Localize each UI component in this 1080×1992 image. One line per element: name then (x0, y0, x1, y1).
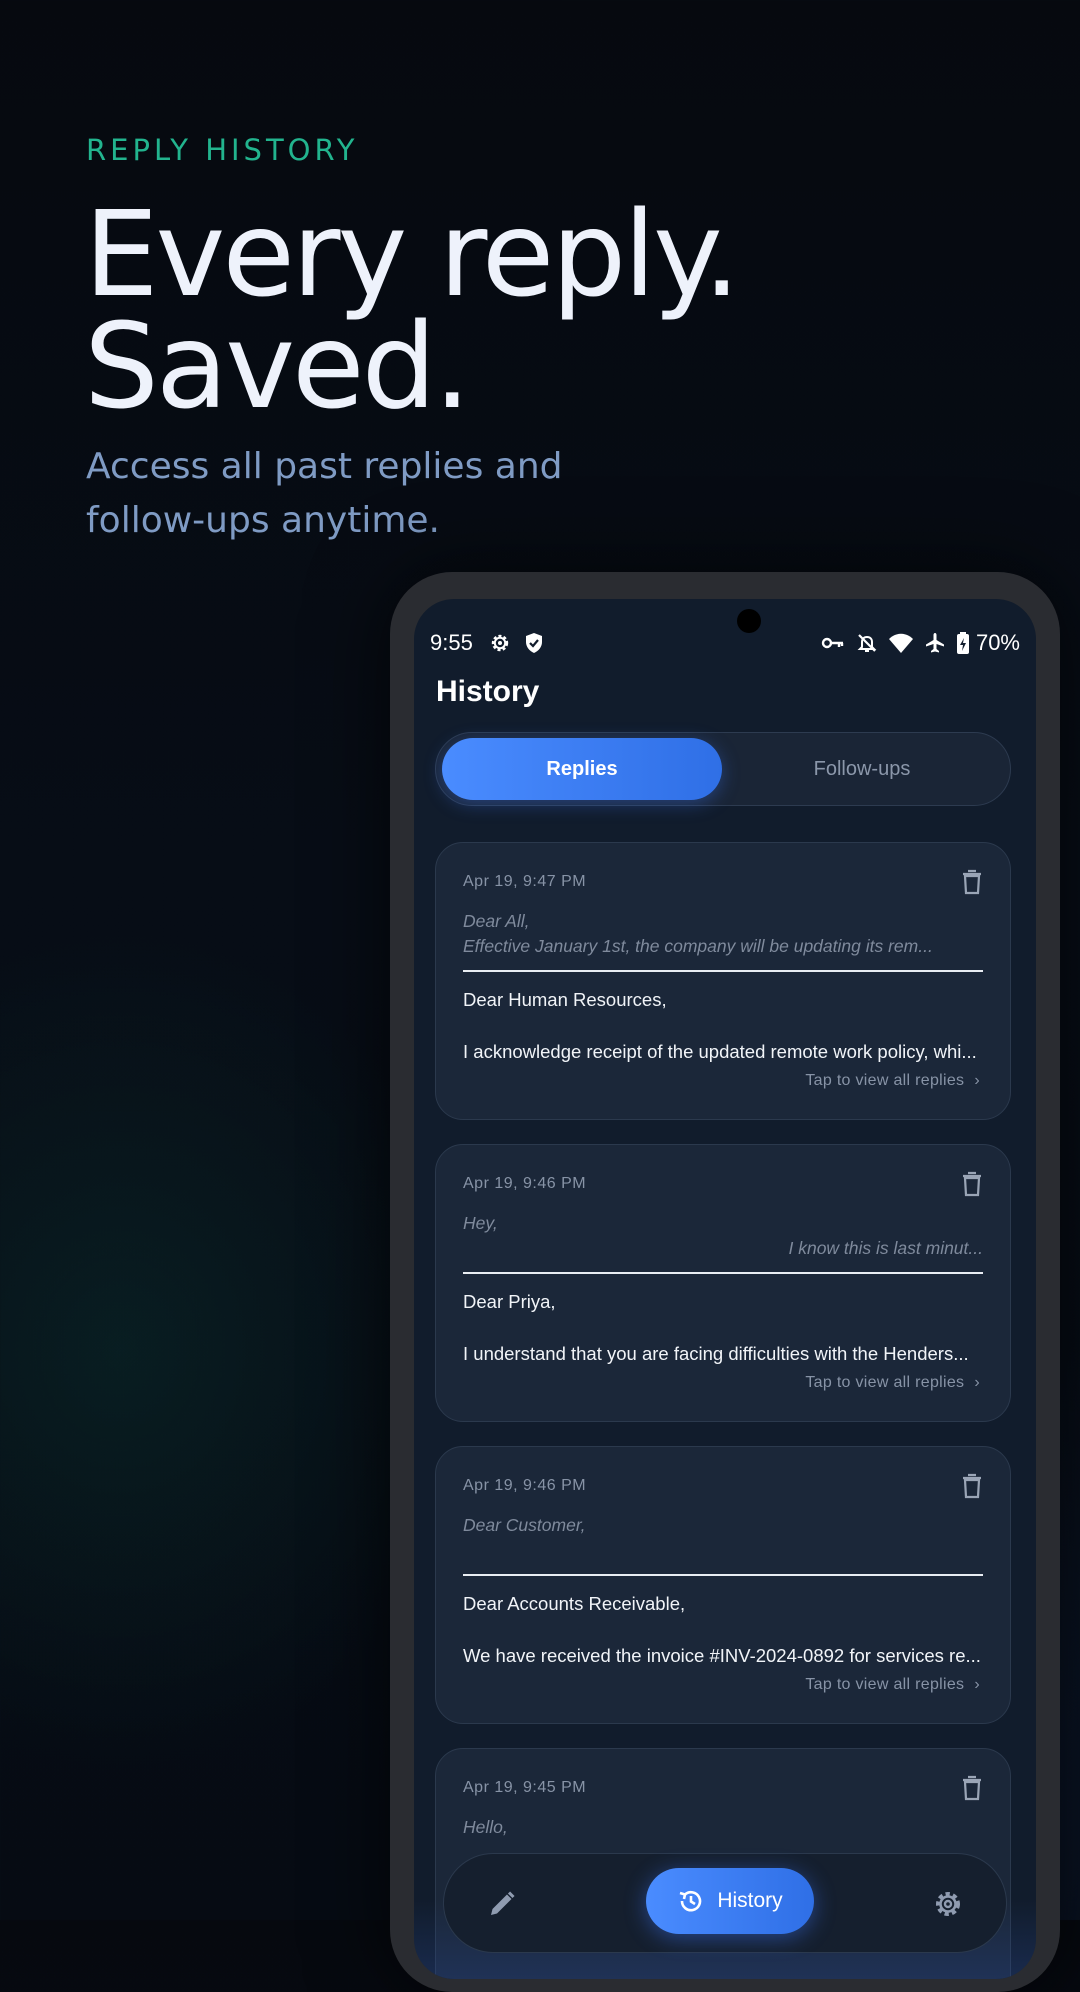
phone-frame: 9:55 70% History Replies Follow-ups Apr … (390, 572, 1060, 1992)
reply-card[interactable]: Apr 19, 9:46 PM Dear Customer, Dear Acco… (435, 1446, 1011, 1724)
original-line-1: Dear Customer, (463, 1515, 586, 1535)
delete-trash-icon[interactable] (960, 1473, 984, 1499)
wifi-icon (888, 630, 914, 656)
airplane-icon (922, 630, 948, 656)
headline-line-1: Every reply. (84, 185, 741, 323)
headline-line-2: Saved. (84, 297, 471, 435)
view-all-label: Tap to view all replies (805, 1374, 965, 1391)
pencil-icon[interactable] (486, 1888, 518, 1920)
reply-body-preview: I understand that you are facing difficu… (463, 1343, 969, 1364)
delete-trash-icon[interactable] (960, 1171, 984, 1197)
phone-screen: 9:55 70% History Replies Follow-ups Apr … (414, 599, 1036, 1979)
chevron-right-icon: › (974, 1676, 980, 1693)
original-line-2: I know this is last minut... (788, 1238, 983, 1258)
nav-history-label: History (717, 1889, 783, 1912)
reply-card[interactable]: Apr 19, 9:46 PM Hey, I know this is last… (435, 1144, 1011, 1422)
hero-eyebrow: REPLY HISTORY (86, 133, 359, 167)
reply-date: Apr 19, 9:46 PM (463, 1477, 587, 1494)
delete-trash-icon[interactable] (960, 869, 984, 895)
bell-off-icon (854, 630, 880, 656)
tab-follow-ups[interactable]: Follow-ups (722, 738, 1002, 800)
chevron-right-icon: › (974, 1374, 980, 1391)
divider (463, 970, 983, 972)
reply-date: Apr 19, 9:46 PM (463, 1175, 587, 1192)
original-message-preview: Dear All, Effective January 1st, the com… (463, 909, 983, 959)
original-line-1: Hello, (463, 1817, 508, 1837)
bottom-navigation: History (443, 1853, 1007, 1953)
history-icon (677, 1887, 705, 1915)
page-title: History (436, 675, 540, 708)
status-right-icons: 70% (816, 630, 1020, 656)
status-bar: 9:55 70% (430, 623, 1020, 663)
original-line-1: Dear All, (463, 911, 530, 931)
status-time: 9:55 (430, 630, 473, 655)
reply-list: Apr 19, 9:47 PM Dear All, Effective Janu… (435, 842, 1011, 1979)
reply-card[interactable]: Apr 19, 9:47 PM Dear All, Effective Janu… (435, 842, 1011, 1120)
delete-trash-icon[interactable] (960, 1775, 984, 1801)
reply-date: Apr 19, 9:47 PM (463, 873, 587, 890)
nav-history-button[interactable]: History (646, 1868, 814, 1934)
original-message-preview: Hey, I know this is last minut... (463, 1211, 983, 1261)
battery-percent: 70% (975, 630, 1020, 655)
original-line-1: Hey, (463, 1213, 498, 1233)
reply-date: Apr 19, 9:45 PM (463, 1779, 587, 1796)
settings-gear-icon (487, 630, 513, 656)
tab-switcher: Replies Follow-ups (435, 732, 1011, 806)
hero-headline: Every reply. Saved. (84, 185, 741, 435)
chevron-right-icon: › (974, 1072, 980, 1089)
original-message-preview: Hello, (463, 1815, 983, 1840)
tab-replies[interactable]: Replies (442, 738, 722, 800)
view-all-label: Tap to view all replies (805, 1072, 965, 1089)
view-all-replies-link[interactable]: Tap to view all replies › (805, 1374, 980, 1392)
original-line-2: Effective January 1st, the company will … (463, 936, 933, 956)
divider (463, 1272, 983, 1274)
reply-body-preview: I acknowledge receipt of the updated rem… (463, 1041, 977, 1062)
hero-subtitle: Access all past replies and follow-ups a… (86, 446, 563, 541)
reply-greeting: Dear Accounts Receivable, (463, 1593, 686, 1614)
reply-greeting: Dear Human Resources, (463, 989, 667, 1010)
view-all-replies-link[interactable]: Tap to view all replies › (805, 1072, 980, 1090)
reply-body-preview: We have received the invoice #INV-2024-0… (463, 1645, 981, 1666)
shield-check-icon (521, 630, 547, 656)
reply-greeting: Dear Priya, (463, 1291, 556, 1312)
settings-icon[interactable] (932, 1888, 964, 1920)
battery-charging-icon (956, 630, 970, 656)
vpn-key-icon (820, 630, 846, 656)
view-all-replies-link[interactable]: Tap to view all replies › (805, 1676, 980, 1694)
divider (463, 1574, 983, 1576)
view-all-label: Tap to view all replies (805, 1676, 965, 1693)
original-message-preview: Dear Customer, (463, 1513, 983, 1538)
